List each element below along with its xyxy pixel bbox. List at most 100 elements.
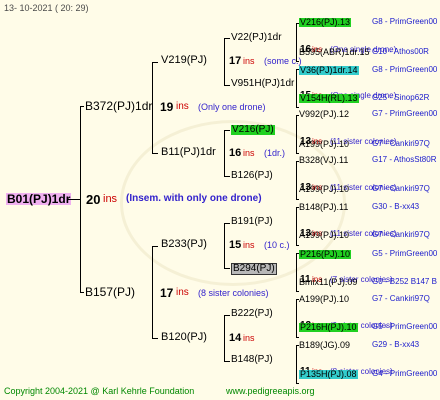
ancestor-name: B595(ABR)1dr.15 — [299, 47, 370, 57]
ancestor-name: B328(VJ).11 — [299, 155, 349, 165]
ancestor-info: G4 - PrimGreen00 — [372, 369, 438, 378]
ancestor-name: A199(PJ).10 — [299, 294, 350, 304]
grandparent-ins-count: 14 — [229, 332, 242, 344]
connector-line — [296, 207, 297, 246]
connector-line — [224, 38, 230, 39]
connector-line — [224, 130, 230, 131]
ancestor-info: G30 - B-xx43 — [372, 202, 420, 211]
connector-line — [80, 106, 81, 293]
root-ins-count: 20 — [86, 192, 101, 207]
grandparent-note: (10 c.) — [264, 240, 290, 250]
root-name: B01(PJ)1dr — [6, 192, 72, 206]
connector-line — [80, 106, 84, 107]
connector-line — [224, 315, 230, 316]
great-grandparent-name: B191(PJ) — [231, 216, 273, 227]
great-grandparent-name: V951H(PJ)1dr — [231, 78, 295, 89]
grandparent-ins-count: 16 — [229, 147, 242, 159]
connector-line — [68, 199, 80, 200]
connector-line — [224, 130, 225, 177]
grandparent-name: B120(PJ) — [161, 331, 207, 343]
parent-note: (Only one drone) — [198, 102, 266, 112]
connector-line — [152, 246, 158, 247]
connector-line — [224, 361, 230, 362]
parent-ins-count: 17 — [160, 286, 174, 300]
grandparent-name: V219(PJ) — [161, 54, 207, 66]
great-grandparent-name: B294(PJ) — [231, 263, 277, 275]
connector-line — [296, 107, 299, 108]
grandparent-ins-count: 17 — [229, 55, 242, 67]
connector-line — [296, 253, 297, 292]
great-grandparent-name: B126(PJ) — [231, 170, 273, 181]
ancestor-name: P216(PJ).10 — [299, 249, 352, 259]
connector-line — [296, 299, 297, 338]
ancestor-info: G7 - Cankiri97Q — [372, 230, 430, 239]
ancestor-name: B189(JG).09 — [299, 340, 351, 350]
ancestor-name: Bmix11(PJ).09 — [299, 277, 358, 287]
connector-line — [224, 268, 230, 269]
ancestor-name: V36(PJ)1dr.14 — [299, 65, 359, 75]
grandparent-ins-count: 15 — [229, 239, 242, 251]
connector-line — [224, 176, 230, 177]
ancestor-info: G7 - PrimGreen00 — [372, 109, 438, 118]
connector-line — [296, 245, 299, 246]
ancestor-info: G7 - Cankiri97Q — [372, 184, 430, 193]
copyright-text: Copyright 2004-2021 @ Karl Kehrle Founda… — [4, 386, 195, 396]
site-link: www.pedigreeapis.org — [226, 386, 315, 396]
connector-line — [224, 315, 225, 362]
parent-ins-label: ins — [176, 101, 189, 112]
connector-line — [296, 69, 297, 108]
ancestor-name: P135H(PJ).08 — [299, 369, 358, 379]
great-grandparent-name: B148(PJ) — [231, 354, 273, 365]
parent-ins-label: ins — [176, 287, 189, 298]
ancestor-name: A199(PJ).10 — [299, 230, 350, 240]
grandparent-ins-label: ins — [243, 56, 255, 66]
connector-line — [296, 23, 297, 62]
parent-name: B157(PJ) — [85, 285, 136, 299]
ancestor-info: G0 - B252 B147 B — [372, 277, 437, 286]
ancestor-info: G10 - Athos00R — [372, 47, 429, 56]
connector-line — [296, 291, 299, 292]
connector-line — [152, 338, 158, 339]
timestamp: 13- 10-2021 ( 20: 29) — [4, 3, 89, 13]
root-ins-label: ins — [103, 193, 118, 205]
grandparent-ins-label: ins — [243, 333, 255, 343]
connector-line — [80, 292, 84, 293]
grandparent-note: (1dr.) — [264, 148, 286, 158]
connector-line — [224, 223, 230, 224]
parent-note: (8 sister colonies) — [198, 288, 269, 298]
ancestor-info: G7 - Cankiri97Q — [372, 294, 430, 303]
connector-line — [296, 337, 299, 338]
great-grandparent-name: B222(PJ) — [231, 308, 273, 319]
ancestor-name: A199(PJ).10 — [299, 184, 350, 194]
connector-line — [296, 383, 299, 384]
ancestor-name: V154H(RL).13 — [299, 93, 359, 103]
connector-line — [224, 223, 225, 269]
parent-ins-count: 19 — [160, 100, 174, 114]
ancestor-name: B148(PJ).11 — [299, 202, 349, 212]
great-grandparent-name: V22(PJ)1dr — [231, 32, 282, 43]
connector-line — [152, 62, 158, 63]
ancestor-info: G7 - Cankiri97Q — [372, 139, 430, 148]
connector-line — [296, 153, 299, 154]
ancestor-info: G5 - PrimGreen00 — [372, 249, 438, 258]
connector-line — [296, 199, 299, 200]
connector-line — [152, 153, 158, 154]
ancestor-info: G25 - Sinop62R — [372, 93, 430, 102]
connector-line — [296, 161, 297, 200]
ancestor-info: G17 - AthosSt80R — [372, 155, 437, 164]
grandparent-name: B233(PJ) — [161, 238, 207, 250]
pedigree-chart: 13- 10-2021 ( 20: 29) Copyright 2004-2021… — [0, 0, 440, 400]
connector-line — [296, 345, 297, 384]
grandparent-ins-label: ins — [243, 148, 255, 158]
ancestor-name: A199(PJ).10 — [299, 139, 350, 149]
connector-line — [152, 246, 153, 339]
grandparent-ins-label: ins — [243, 240, 255, 250]
ancestor-name: V216(PJ).13 — [299, 17, 352, 27]
connector-line — [296, 61, 299, 62]
great-grandparent-name: V216(PJ) — [231, 124, 275, 135]
connector-line — [296, 115, 297, 154]
grandparent-name: B11(PJ)1dr — [161, 146, 216, 158]
connector-line — [152, 62, 153, 154]
ancestor-info: G8 - PrimGreen00 — [372, 17, 438, 26]
ancestor-info: G29 - B-xx43 — [372, 340, 420, 349]
